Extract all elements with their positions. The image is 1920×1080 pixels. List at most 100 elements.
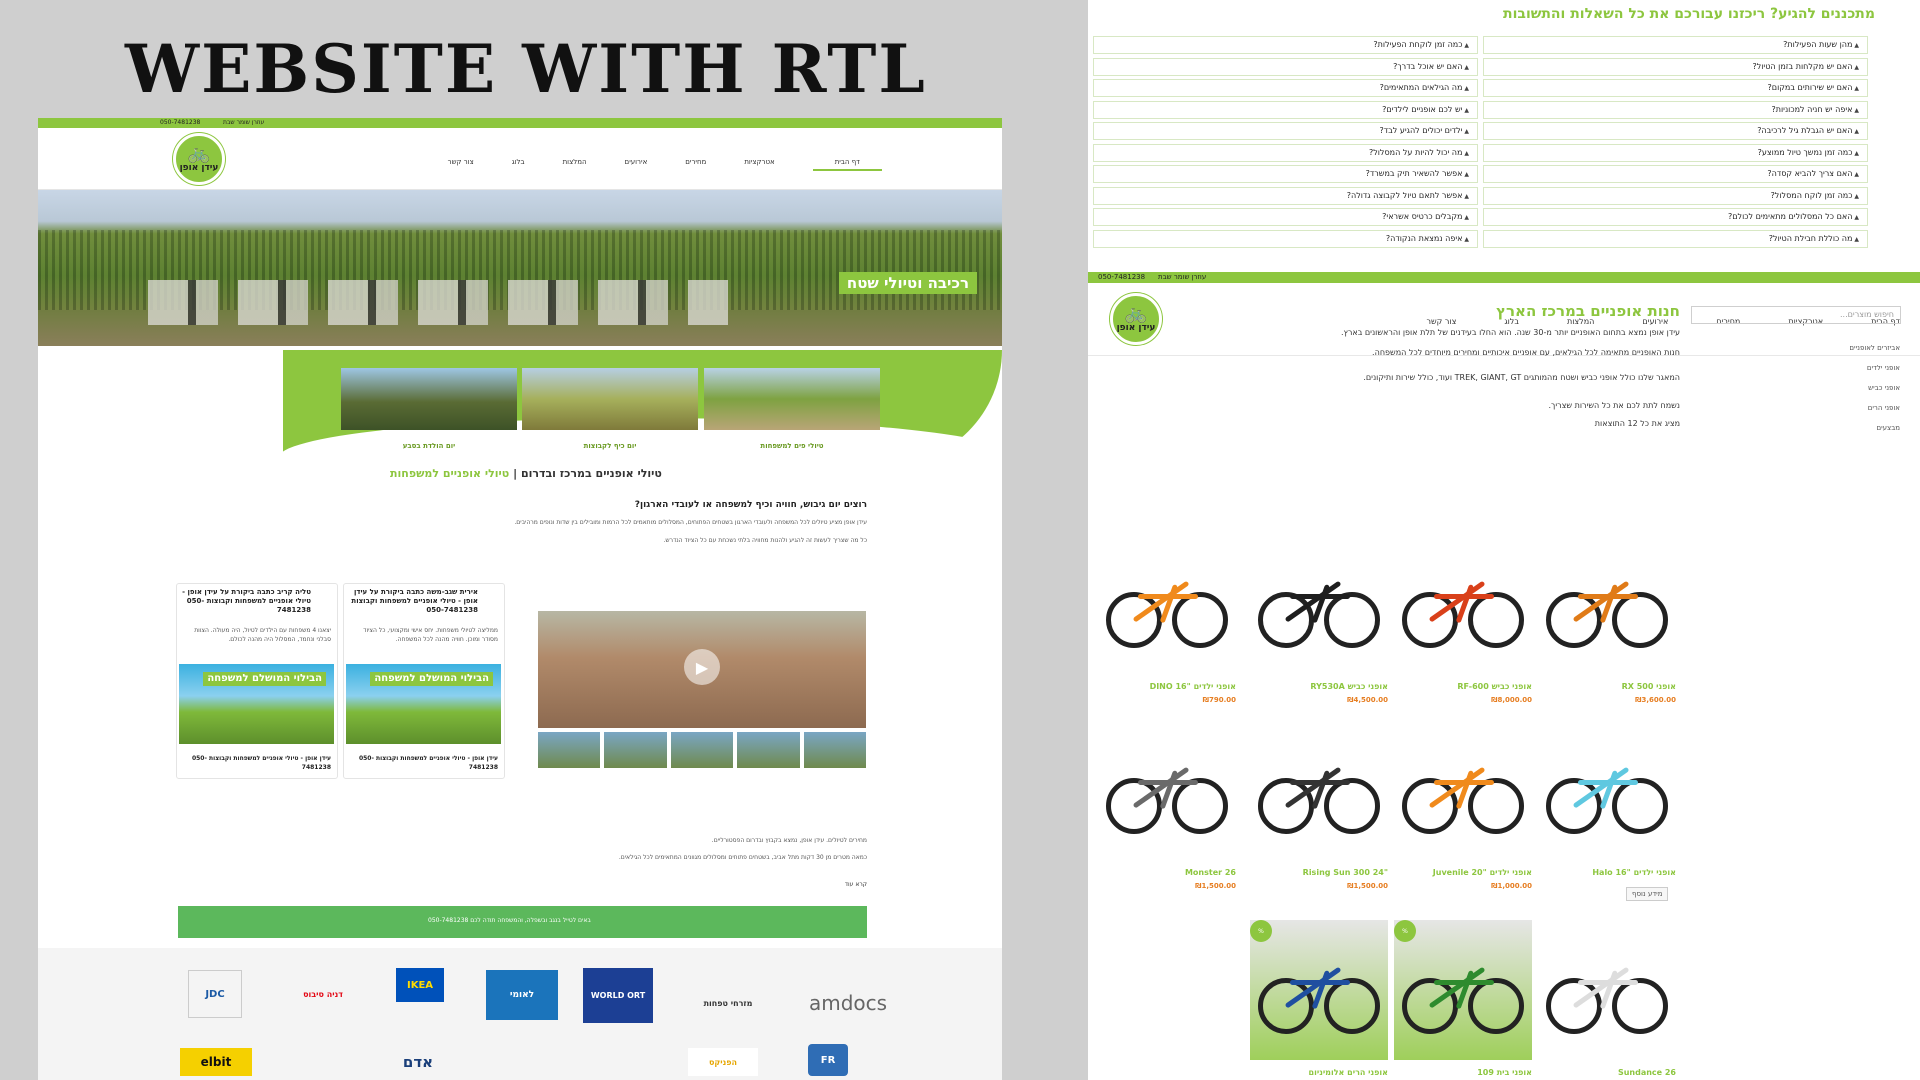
video-thumb[interactable] <box>670 732 734 768</box>
thumb-caption-groups[interactable]: יום כיף לקבוצות <box>522 442 698 450</box>
faq-item[interactable]: האם יש שירותים במקום? <box>1483 79 1868 97</box>
nav-blog[interactable]: בלוג <box>512 158 525 171</box>
faq-item[interactable]: איפה יש חניה למכוניות? <box>1483 100 1868 119</box>
faq-item[interactable]: אפשר להשאיר תיק במשרד? <box>1093 165 1478 183</box>
thumb-caption-birthday[interactable]: יום הולדת בסבע <box>341 442 517 450</box>
category-link[interactable]: אביזרים לאופניים <box>1849 344 1900 352</box>
product-name[interactable]: Monster 26 <box>1185 868 1236 877</box>
thumb-groups[interactable] <box>522 368 698 430</box>
faq-item[interactable]: אפשר לתאם טיול לקבוצה גדולה? <box>1093 186 1478 205</box>
product-card[interactable]: "Rising Sun 300 24 ₪1,500.00 <box>1250 720 1388 900</box>
intro-paragraph: עידן אופן מציע טיולים לכל המשפחה ולעובדי… <box>514 519 867 526</box>
main-nav: דף הבית אטרקציות מחירים אירועים המלצות ב… <box>448 158 882 171</box>
product-card[interactable]: אופני כביש RY530A ₪4,500.00 <box>1250 534 1388 714</box>
product-card[interactable]: אופני 500 RX ₪3,600.00 <box>1538 534 1676 714</box>
product-name[interactable]: אופני בית 109 <box>1477 1068 1532 1077</box>
faq-item[interactable]: איפה נמצאת הנקודה? <box>1093 229 1478 248</box>
product-card[interactable]: Monster 26 ₪1,500.00 <box>1098 720 1236 900</box>
product-card[interactable]: אופני כביש RF-600 ₪8,000.00 <box>1394 534 1532 714</box>
faq-item[interactable]: מה כוללת חבילת הטיול? <box>1483 229 1868 248</box>
product-image[interactable] <box>1250 720 1388 860</box>
faq-item[interactable]: האם יש אוכל בדרך? <box>1093 57 1478 76</box>
product-name[interactable]: אופני הרים אלומיניום <box>1309 1068 1388 1077</box>
nav-recommendations[interactable]: המלצות <box>563 158 587 171</box>
read-more-link[interactable]: קרא עוד <box>845 880 867 889</box>
category-link[interactable]: אופני הרים <box>1868 404 1900 412</box>
cta-strip[interactable]: באים לטייל בנגב ובשפלה, והמשפחה תודה לכם… <box>178 906 867 938</box>
faq-item[interactable]: ילדים יכולים להגיע לבד? <box>1093 122 1478 140</box>
bike-part <box>1172 592 1228 648</box>
product-image[interactable] <box>1394 534 1532 674</box>
play-icon[interactable]: ▶ <box>684 649 720 685</box>
product-name[interactable]: Sundance 26 <box>1618 1068 1676 1077</box>
faq-item[interactable]: מהן שעות הפעילות? <box>1483 36 1868 54</box>
partner-logo: JDC <box>188 970 242 1018</box>
review-card[interactable]: אירית שגב-משה כתבה ביקורת על עידן אופן -… <box>343 583 505 779</box>
product-image[interactable] <box>1538 920 1676 1060</box>
category-link[interactable]: אופני כביש <box>1868 384 1900 392</box>
nav-home[interactable]: דף הבית <box>812 158 882 171</box>
product-price: ₪4,500.00 <box>1347 696 1388 704</box>
faq-item[interactable]: כמה זמן נמשך טיול ממוצע? <box>1483 143 1868 162</box>
category-link[interactable]: אופני ילדים <box>1867 364 1900 372</box>
site-logo[interactable]: 🚲 עידן אופן <box>173 133 225 185</box>
hero-banner: רכיבה וטיולי שטח <box>38 190 1002 346</box>
faq-item[interactable]: כמה זמן לוקח המסלול? <box>1483 186 1868 205</box>
product-name[interactable]: אופני כביש RF-600 <box>1457 682 1532 691</box>
nav-prices[interactable]: מחירים <box>685 158 706 171</box>
product-image[interactable]: % <box>1250 920 1388 1060</box>
product-name[interactable]: אופני 500 RX <box>1622 682 1676 691</box>
shop-intro: חנות האופניים מתאימה לכל הגילאים, עם אופ… <box>1372 348 1680 357</box>
product-card[interactable]: Sundance 26 <box>1538 920 1676 1080</box>
nav-events[interactable]: אירועים <box>625 158 648 171</box>
cta-text: באים לטייל בנגב ובשפלה, והמשפחה תודה לכם… <box>428 917 591 924</box>
category-link[interactable]: מבצעים <box>1876 424 1900 432</box>
product-card[interactable]: אופני ילדים "16 Halo <box>1538 720 1676 900</box>
video-thumb[interactable] <box>538 732 601 768</box>
thumb-birthday[interactable] <box>341 368 517 430</box>
product-name[interactable]: אופני ילדים "16 DINO <box>1150 682 1236 691</box>
faq-item[interactable]: כמה זמן לוקחת הפעילות? <box>1093 36 1478 54</box>
faq-item[interactable]: האם יש הגבלת גיל לרכיבה? <box>1483 122 1868 140</box>
product-image[interactable] <box>1538 534 1676 674</box>
product-image[interactable] <box>1098 534 1236 674</box>
shop-top-phone[interactable]: 050-7481238 <box>1098 273 1145 281</box>
video-thumb[interactable] <box>803 732 867 768</box>
product-name[interactable]: אופני כביש RY530A <box>1310 682 1388 691</box>
product-image[interactable] <box>1098 720 1236 860</box>
faq-item[interactable]: האם צריך להביא קסדה? <box>1483 165 1868 183</box>
faq-item[interactable]: האם כל המסלולים מתאימים לכולם? <box>1483 208 1868 226</box>
product-name[interactable]: אופני ילדים "16 Halo <box>1592 868 1676 877</box>
faq-item[interactable]: מקבלים כרטיס אשראי? <box>1093 208 1478 226</box>
faq-item[interactable]: מה יכול להיות על המסלול? <box>1093 143 1478 162</box>
review-card[interactable]: טליה קריב כתבה ביקורת על עידן אופן - טיו… <box>176 583 338 779</box>
nav-contact[interactable]: צור קשר <box>1426 317 1456 326</box>
thumb-caption-families[interactable]: טיולי פים למשפחות <box>704 442 880 450</box>
product-image[interactable] <box>1538 720 1676 860</box>
video-player[interactable]: ▶ <box>538 611 866 728</box>
faq-item[interactable]: יש לכם אופניים לילדים? <box>1093 100 1478 119</box>
video-thumb[interactable] <box>737 732 800 768</box>
product-search-input[interactable]: חיפוש מוצרים... <box>1691 306 1901 324</box>
product-card[interactable]: % אופני הרים אלומיניום <box>1250 920 1388 1080</box>
nav-attractions[interactable]: אטרקציות <box>744 158 774 171</box>
faq-item[interactable]: מה הגילאים המתאימים? <box>1093 79 1478 97</box>
review-photo: הבילוי המושלם למשפחה <box>179 664 334 744</box>
nav-contact[interactable]: צור קשר <box>448 158 474 171</box>
partner-logo: דניה סיבוס <box>303 989 343 999</box>
more-info-button[interactable]: מידע נוסף <box>1626 887 1669 901</box>
bike-part <box>1612 978 1668 1034</box>
thumb-families[interactable] <box>704 368 880 430</box>
product-image[interactable] <box>1250 534 1388 674</box>
product-name[interactable]: אופני ילדים "20 Juvenile <box>1433 868 1532 877</box>
wave-divider <box>278 418 1002 498</box>
product-card[interactable]: אופני ילדים "16 DINO ₪790.00 <box>1098 534 1236 714</box>
faq-item[interactable]: האם יש מקלחות בזמן הטיול? <box>1483 57 1868 76</box>
video-thumb[interactable] <box>604 732 667 768</box>
product-card[interactable]: % אופני בית 109 <box>1394 920 1532 1080</box>
product-card[interactable]: אופני ילדים "20 Juvenile ₪1,000.00 <box>1394 720 1532 900</box>
product-image[interactable]: % <box>1394 920 1532 1060</box>
top-phone[interactable]: 050-7481238 <box>160 119 200 126</box>
product-name[interactable]: "Rising Sun 300 24 <box>1303 868 1388 877</box>
product-image[interactable] <box>1394 720 1532 860</box>
